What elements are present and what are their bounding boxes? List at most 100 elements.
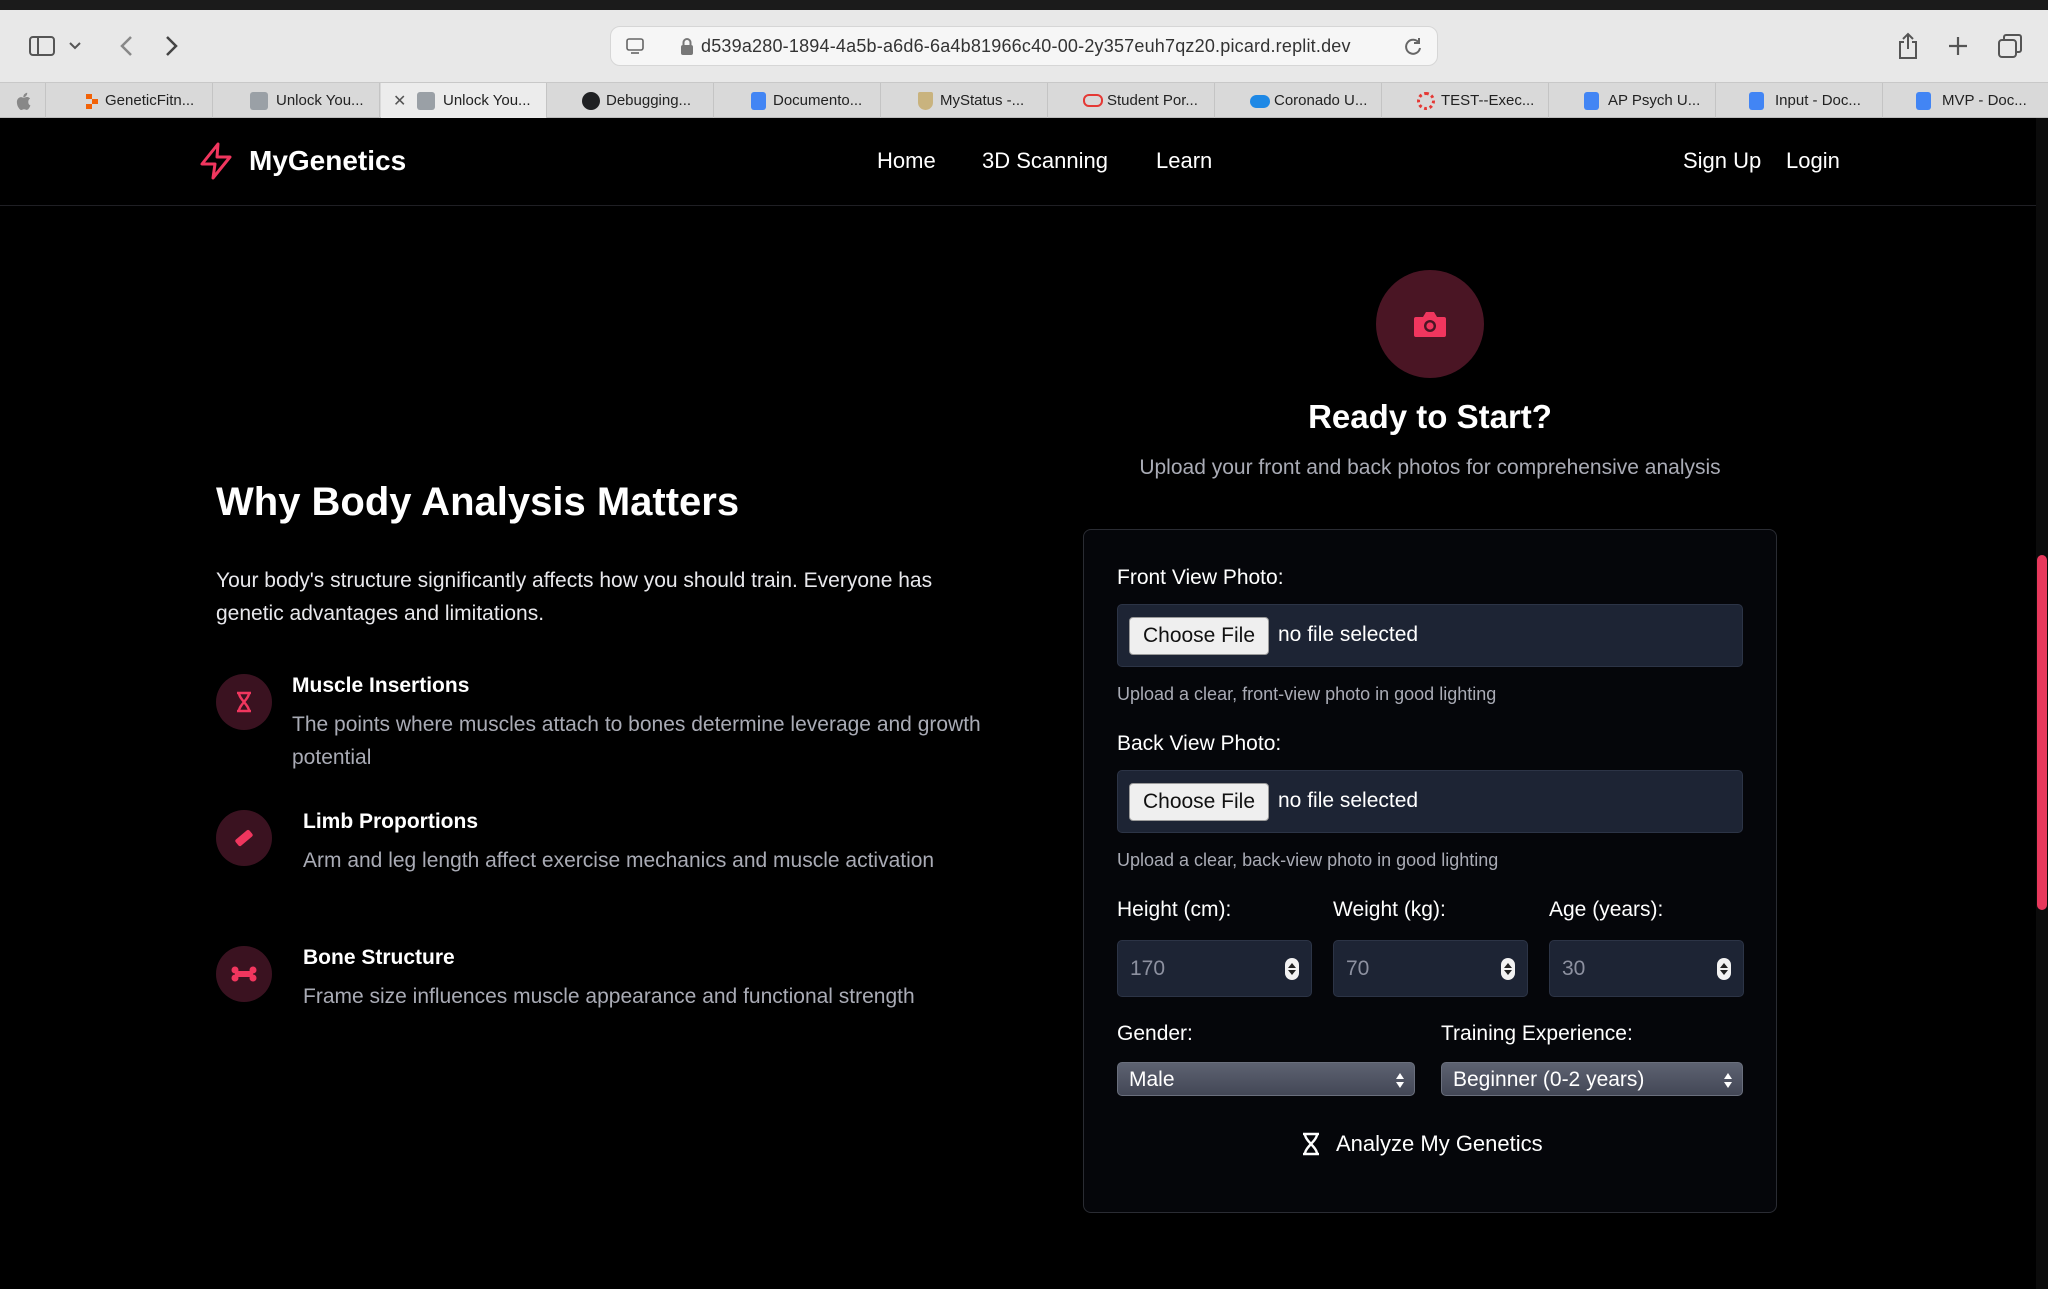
weight-value: 70 [1346, 957, 1370, 980]
dna-icon [216, 674, 272, 730]
stepper-icon[interactable] [1501, 958, 1515, 980]
weight-label: Weight (kg): [1333, 898, 1446, 921]
tab-label: Coronado U... [1274, 92, 1368, 109]
feature-title: Limb Proportions [303, 810, 478, 833]
browser-tab[interactable]: MyStatus -... [882, 83, 1048, 119]
stepper-icon[interactable] [1717, 958, 1731, 980]
browser-tab[interactable]: Coronado U... [1216, 83, 1382, 119]
upload-subtitle: Upload your front and back photos for co… [1139, 456, 1721, 479]
back-photo-hint: Upload a clear, back-view photo in good … [1117, 850, 1499, 870]
tab-label: MVP - Doc... [1942, 92, 2027, 109]
analyze-button[interactable]: Analyze My Genetics [1300, 1128, 1543, 1160]
experience-value: Beginner (0-2 years) [1453, 1068, 1645, 1091]
brand-name[interactable]: MyGenetics [249, 145, 406, 177]
tab-label: TEST--Exec... [1441, 92, 1535, 109]
browser-tab[interactable]: AP Psych U... [1550, 83, 1716, 119]
forward-arrow-icon[interactable] [150, 24, 194, 68]
tab-label: Input - Doc... [1775, 92, 1861, 109]
ruler-icon [216, 810, 272, 866]
navbar: MyGenetics Home 3D Scanning Learn Sign U… [0, 118, 2036, 206]
choose-file-button[interactable]: Choose File [1129, 617, 1269, 655]
reload-icon[interactable] [1401, 35, 1425, 59]
bone-icon [216, 946, 272, 1002]
share-icon[interactable] [1886, 24, 1930, 68]
test-favicon-icon [1417, 92, 1435, 110]
browser-tab[interactable]: Input - Doc... [1717, 83, 1883, 119]
browser-tab[interactable]: Debugging... [548, 83, 714, 119]
upload-form: Front View Photo: Choose File no file se… [1083, 529, 1777, 1213]
gender-select[interactable]: Male [1117, 1062, 1415, 1096]
sidebar-toggle-icon[interactable] [20, 24, 64, 68]
tab-label: AP Psych U... [1608, 92, 1701, 109]
feature-title: Muscle Insertions [292, 674, 470, 697]
address-bar[interactable]: d539a280-1894-4a5b-a6d6-6a4b81966c40-00-… [610, 26, 1438, 66]
bolt-logo-icon[interactable] [198, 142, 234, 180]
section-title: Why Body Analysis Matters [216, 480, 740, 524]
file-status: no file selected [1278, 623, 1419, 646]
camera-icon [1376, 270, 1484, 378]
gender-label: Gender: [1117, 1022, 1193, 1045]
file-status: no file selected [1278, 789, 1419, 812]
docs-favicon-icon [1584, 92, 1599, 110]
feature-description: Arm and leg length affect exercise mecha… [303, 849, 935, 872]
scrollbar-thumb[interactable] [2037, 555, 2047, 910]
choose-file-button[interactable]: Choose File [1129, 783, 1269, 821]
stepper-icon[interactable] [1285, 958, 1299, 980]
docs-favicon-icon [1749, 92, 1764, 110]
r-favicon-icon [250, 92, 268, 110]
height-label: Height (cm): [1117, 898, 1232, 921]
age-value: 30 [1562, 957, 1586, 980]
openai-favicon-icon [582, 92, 600, 110]
url-text[interactable]: d539a280-1894-4a5b-a6d6-6a4b81966c40-00-… [701, 36, 1351, 57]
page: MyGenetics Home 3D Scanning Learn Sign U… [0, 118, 2036, 1289]
sign-up-link[interactable]: Sign Up [1683, 148, 1761, 174]
feature-title: Bone Structure [303, 946, 455, 969]
cloud-favicon-icon [1250, 95, 1270, 108]
back-photo-label: Back View Photo: [1117, 732, 1282, 755]
tab-label: MyStatus -... [940, 92, 1025, 109]
browser-tab[interactable]: Unlock You... [214, 83, 380, 119]
browser-tab[interactable]: GeneticFitn... [47, 83, 213, 119]
nav-link-3d-scanning[interactable]: 3D Scanning [982, 148, 1108, 174]
tab-label: Student Por... [1107, 92, 1198, 109]
shield-favicon-icon [918, 92, 933, 110]
r-favicon-icon [417, 92, 435, 110]
select-arrows-icon [1723, 1070, 1733, 1090]
login-link[interactable]: Login [1786, 148, 1840, 174]
window-top-edge [0, 0, 2048, 10]
age-input[interactable]: 30 [1549, 940, 1744, 997]
front-photo-label: Front View Photo: [1117, 566, 1284, 589]
back-arrow-icon[interactable] [104, 24, 148, 68]
tab-strip: GeneticFitn... Unlock You... ✕ Unlock Yo… [0, 82, 2048, 119]
browser-tab[interactable]: Documento... [715, 83, 881, 119]
front-photo-input[interactable]: Choose File no file selected [1117, 604, 1743, 667]
apple-tab-icon[interactable] [0, 83, 46, 119]
tab-overview-icon[interactable] [1988, 24, 2032, 68]
browser-tab[interactable]: MVP - Doc... [1884, 83, 2048, 119]
lock-icon [681, 38, 693, 55]
new-tab-icon[interactable] [1936, 24, 1980, 68]
age-label: Age (years): [1549, 898, 1664, 921]
docs-favicon-icon [1916, 92, 1931, 110]
tab-label: GeneticFitn... [105, 92, 195, 109]
back-photo-input[interactable]: Choose File no file selected [1117, 770, 1743, 833]
site-settings-icon[interactable] [625, 36, 645, 56]
experience-select[interactable]: Beginner (0-2 years) [1441, 1062, 1743, 1096]
analyze-label: Analyze My Genetics [1336, 1131, 1543, 1156]
section-description: Your body's structure significantly affe… [216, 569, 933, 625]
browser-tab[interactable]: TEST--Exec... [1383, 83, 1549, 119]
chevron-down-icon[interactable] [60, 24, 90, 68]
weight-input[interactable]: 70 [1333, 940, 1528, 997]
height-input[interactable]: 170 [1117, 940, 1312, 997]
height-value: 170 [1130, 957, 1166, 980]
feature-description: The points where muscles attach to bones… [292, 713, 981, 769]
close-icon[interactable]: ✕ [393, 91, 406, 111]
nav-link-learn[interactable]: Learn [1156, 148, 1212, 174]
tab-label: Documento... [773, 92, 863, 109]
replit-favicon-icon [83, 92, 101, 110]
browser-tab[interactable]: Student Por... [1049, 83, 1215, 119]
browser-tab-active[interactable]: ✕ Unlock You... [381, 83, 547, 119]
front-photo-hint: Upload a clear, front-view photo in good… [1117, 684, 1497, 704]
browser-toolbar: d539a280-1894-4a5b-a6d6-6a4b81966c40-00-… [0, 10, 2048, 82]
nav-link-home[interactable]: Home [877, 148, 936, 174]
